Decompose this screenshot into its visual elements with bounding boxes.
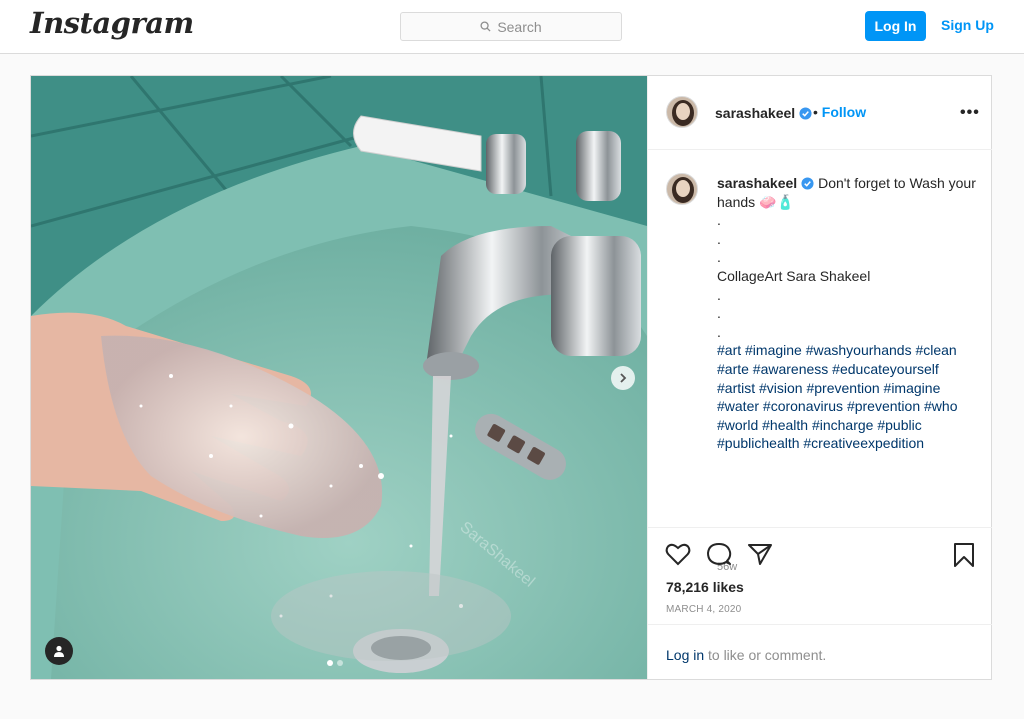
carousel-indicator [327, 660, 343, 666]
post-side-panel: sarashakeel • Follow ••• sarashakeel Don… [647, 76, 992, 679]
author-avatar[interactable] [666, 96, 698, 128]
post-card: SaraShakeel sarashakeel • Follow ••• sar… [30, 75, 992, 680]
caption-line: . [717, 305, 721, 322]
user-tag-button[interactable] [45, 637, 73, 665]
hashtags[interactable]: #art #imagine #washyourhands #clean #art… [717, 341, 977, 453]
caption-username[interactable]: sarashakeel [717, 175, 797, 191]
follow-button[interactable]: • Follow [813, 104, 866, 120]
caption-line: . [717, 249, 721, 266]
bookmark-icon[interactable] [953, 542, 975, 568]
verified-icon [799, 107, 812, 120]
author-username[interactable]: sarashakeel [715, 105, 795, 121]
verified-icon [801, 177, 814, 190]
carousel-dot [337, 660, 343, 666]
user-tag-icon [54, 645, 64, 657]
caption-text: sarashakeel Don't forget to Wash your ha… [717, 174, 977, 453]
login-button[interactable]: Log In [865, 11, 926, 41]
comment-icon[interactable] [706, 542, 732, 566]
comment-prompt-text: to like or comment. [708, 647, 827, 663]
like-count[interactable]: 78,216 likes [666, 579, 744, 595]
share-icon[interactable] [747, 542, 773, 566]
signup-button[interactable]: Sign Up [941, 17, 994, 33]
post-date: MARCH 4, 2020 [666, 604, 742, 615]
post-actions: 78,216 likes MARCH 4, 2020 [648, 527, 992, 624]
caption-line: . [717, 323, 721, 340]
next-photo-button[interactable] [611, 366, 635, 390]
search-placeholder: Search [497, 18, 542, 35]
carousel-dot [327, 660, 333, 666]
top-navigation-bar: Instagram Search Log In Sign Up [0, 0, 1024, 54]
caption-line: . [717, 230, 721, 247]
search-icon [480, 21, 491, 32]
caption-author-avatar[interactable] [666, 173, 698, 205]
more-options-button[interactable]: ••• [960, 104, 980, 122]
search-input[interactable]: Search [400, 12, 622, 41]
chevron-right-icon [620, 373, 627, 383]
author-name-block: sarashakeel [715, 105, 812, 123]
sink-illustration [31, 76, 647, 679]
caption-section: sarashakeel Don't forget to Wash your ha… [648, 151, 992, 573]
heart-icon[interactable] [665, 542, 691, 566]
caption-line: . [717, 212, 721, 229]
comment-prompt: Log in to like or comment. [648, 624, 992, 679]
follow-label: Follow [821, 104, 867, 120]
instagram-logo[interactable]: Instagram [30, 6, 194, 40]
caption-line: CollageArt Sara Shakeel [717, 267, 871, 284]
post-image[interactable]: SaraShakeel [31, 76, 647, 679]
follow-separator: • [813, 104, 818, 120]
post-header: sarashakeel • Follow ••• [648, 76, 992, 150]
login-link[interactable]: Log in [666, 647, 704, 663]
caption-line: . [717, 286, 721, 303]
